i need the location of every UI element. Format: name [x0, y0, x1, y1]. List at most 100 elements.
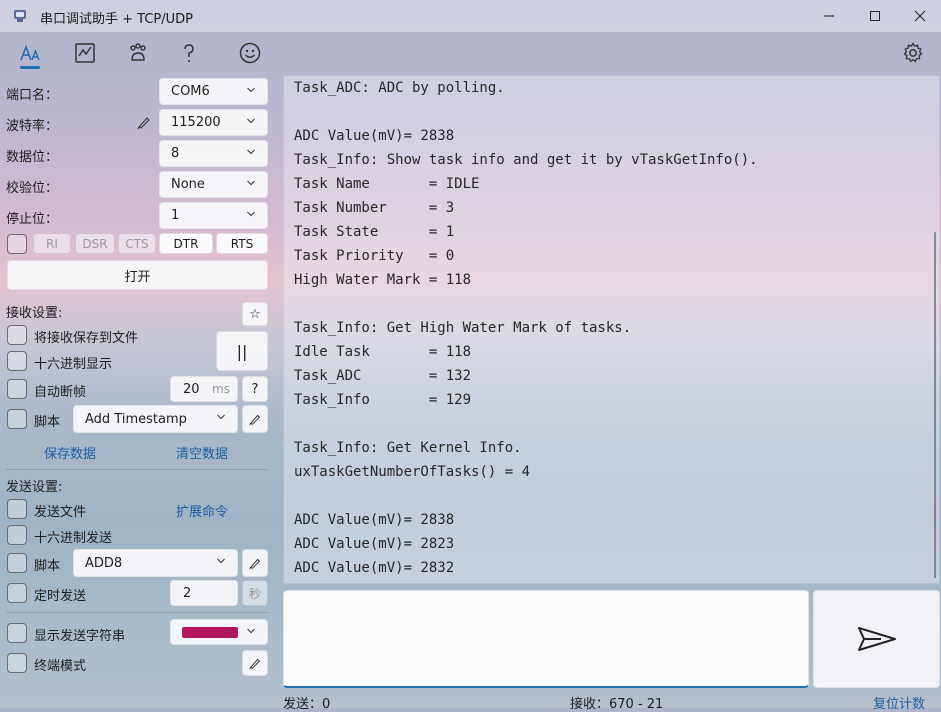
- pause-icon: ||: [236, 341, 248, 361]
- active-tab-indicator: [20, 66, 40, 69]
- star-icon: ☆: [249, 306, 261, 322]
- emoji-button[interactable]: [235, 38, 265, 68]
- receive-script-edit-button[interactable]: [242, 405, 268, 433]
- timer-input[interactable]: 2: [170, 580, 238, 606]
- question-icon: [184, 44, 194, 62]
- stopbits-value: 1: [171, 208, 180, 223]
- color-swatch: [182, 626, 238, 638]
- send-input[interactable]: [283, 590, 809, 688]
- paw-button[interactable]: [123, 38, 153, 68]
- show-send-string-label: 显示发送字符串: [34, 629, 126, 644]
- help-button[interactable]: [174, 38, 204, 68]
- pin-button[interactable]: ☆: [242, 302, 268, 326]
- port-value: COM6: [171, 84, 210, 99]
- sent-count: 发送：0: [283, 697, 331, 712]
- ext-command-link[interactable]: 扩展命令: [176, 501, 228, 520]
- send-file-checkbox[interactable]: [7, 499, 27, 519]
- reset-count-link[interactable]: 复位计数: [873, 693, 925, 712]
- question-icon: ?: [251, 381, 259, 397]
- send-color-select[interactable]: [170, 619, 268, 645]
- rts-toggle[interactable]: RTS: [216, 233, 268, 254]
- received-count: 接收：670 - 21: [570, 697, 664, 712]
- hex-send-checkbox[interactable]: [7, 525, 27, 545]
- show-send-string-checkbox[interactable]: [7, 623, 27, 643]
- pen-icon: [249, 658, 261, 670]
- parity-label: 校验位：: [6, 181, 59, 196]
- terminal-output: Task_ADC: ADC by polling. ADC Value(mV)=…: [294, 80, 758, 576]
- timed-send-label: 定时发送: [34, 589, 87, 604]
- send-script-value: ADD8: [85, 555, 123, 571]
- signal-ri: RI: [33, 233, 71, 254]
- open-port-button[interactable]: 打开: [7, 260, 268, 290]
- gear-icon: [903, 42, 923, 63]
- signal-checkbox[interactable]: [7, 234, 27, 254]
- databits-value: 8: [171, 146, 180, 161]
- auto-frame-label: 自动断帧: [34, 385, 87, 400]
- receive-section-label: 接收设置:: [6, 306, 63, 321]
- hex-display-checkbox[interactable]: [7, 351, 27, 371]
- chevron-down-icon: [217, 558, 225, 564]
- databits-label: 数据位：: [6, 150, 59, 165]
- save-to-file-checkbox[interactable]: [7, 325, 27, 345]
- frame-ms-input[interactable]: 20 ms: [170, 376, 238, 402]
- parity-select[interactable]: None: [159, 171, 268, 198]
- clear-data-link[interactable]: 清空数据: [176, 443, 228, 462]
- chevron-down-icon: [247, 87, 255, 93]
- divider: [6, 469, 268, 470]
- terminal-scrollbar[interactable]: [934, 232, 936, 578]
- baud-select[interactable]: 115200: [159, 109, 268, 136]
- chevron-down-icon: [247, 180, 255, 186]
- port-select[interactable]: COM6: [159, 78, 268, 105]
- send-script-checkbox[interactable]: [7, 553, 27, 573]
- pen-icon[interactable]: [136, 114, 152, 130]
- parity-value: None: [171, 177, 205, 192]
- maximize-icon: [870, 11, 880, 21]
- timer-value: 2: [183, 585, 192, 601]
- send-button[interactable]: [813, 590, 940, 688]
- dtr-toggle[interactable]: DTR: [159, 233, 213, 254]
- minimize-button[interactable]: [806, 0, 852, 32]
- chevron-down-icon: [247, 149, 255, 155]
- send-script-edit-button[interactable]: [242, 549, 268, 577]
- receive-script-value: Add Timestamp: [85, 411, 187, 427]
- receive-script-select[interactable]: Add Timestamp: [73, 405, 238, 433]
- chevron-down-icon: [217, 414, 225, 420]
- send-section-label: 发送设置:: [6, 480, 63, 495]
- timed-send-checkbox[interactable]: [7, 583, 27, 603]
- terminal-mode-checkbox[interactable]: [7, 653, 27, 673]
- chart-button[interactable]: [70, 38, 100, 68]
- window-title: 串口调试助手 + TCP/UDP: [40, 12, 193, 27]
- terminal-mode-label: 终端模式: [34, 659, 87, 674]
- pause-button[interactable]: ||: [216, 331, 268, 371]
- terminal-mode-edit-button[interactable]: [242, 650, 268, 676]
- port-label: 端口名：: [6, 88, 59, 103]
- baud-label: 波特率：: [6, 119, 59, 134]
- send-file-label: 发送文件: [34, 505, 87, 520]
- receive-script-checkbox[interactable]: [7, 409, 27, 429]
- close-button[interactable]: [897, 0, 941, 32]
- frame-help-button[interactable]: ?: [242, 376, 268, 402]
- pen-icon: [249, 414, 261, 426]
- save-data-link[interactable]: 保存数据: [44, 443, 96, 462]
- send-script-select[interactable]: ADD8: [73, 549, 238, 577]
- databits-select[interactable]: 8: [159, 140, 268, 167]
- stopbits-select[interactable]: 1: [159, 202, 268, 229]
- paw-icon: [130, 43, 146, 61]
- receive-terminal[interactable]: Task_ADC: ADC by polling. ADC Value(mV)=…: [283, 75, 940, 584]
- font-size-button[interactable]: [15, 38, 45, 68]
- close-icon: [914, 10, 926, 22]
- signal-cts: CTS: [118, 233, 156, 254]
- smiley-icon: [239, 42, 261, 64]
- frame-ms-value: 20: [183, 381, 200, 397]
- chevron-down-icon: [247, 628, 255, 634]
- hex-display-label: 十六进制显示: [34, 357, 113, 372]
- send-script-label: 脚本: [34, 559, 61, 574]
- frame-ms-unit: ms: [212, 382, 230, 396]
- chevron-down-icon: [247, 118, 255, 124]
- settings-button[interactable]: [898, 38, 928, 68]
- chevron-down-icon: [247, 211, 255, 217]
- pen-icon: [249, 558, 261, 570]
- auto-frame-checkbox[interactable]: [7, 379, 27, 399]
- receive-script-label: 脚本: [34, 415, 61, 430]
- maximize-button[interactable]: [852, 0, 898, 32]
